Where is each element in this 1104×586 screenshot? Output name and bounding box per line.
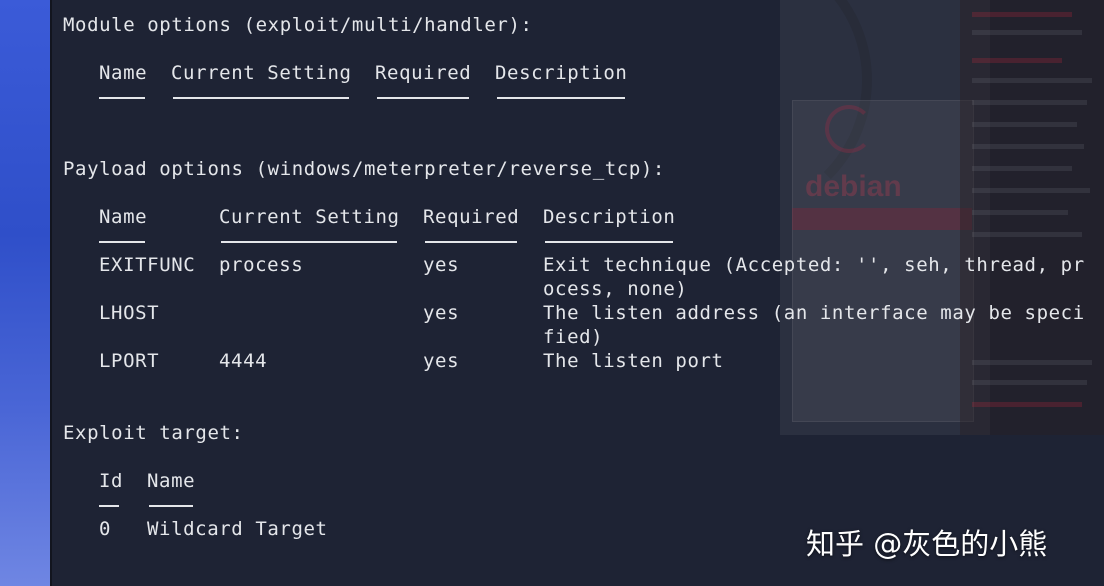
module-col-required-underline xyxy=(377,97,469,99)
payload-col-name-underline xyxy=(99,241,145,243)
target-row-id: 0 xyxy=(99,518,112,540)
payload-row-setting: process xyxy=(219,254,304,276)
payload-row-description-continued: fied) xyxy=(543,326,604,348)
payload-row-description: The listen port xyxy=(543,350,724,372)
module-col-name-underline xyxy=(99,97,145,99)
target-col-id-underline xyxy=(99,505,119,507)
debian-swirl-icon xyxy=(825,105,873,153)
payload-col-setting-underline xyxy=(221,241,397,243)
payload-row-description: The listen address (an interface may be … xyxy=(543,302,1085,324)
payload-row-required: yes xyxy=(423,350,460,372)
module-col-setting-underline xyxy=(173,97,349,99)
desktop-background xyxy=(0,0,50,586)
payload-col-description-underline xyxy=(545,241,673,243)
module-col-required: Required xyxy=(375,62,472,84)
exploit-target-header: Exploit target: xyxy=(63,422,244,444)
module-col-description-underline xyxy=(497,97,625,99)
payload-row-setting: 4444 xyxy=(219,350,268,372)
payload-row-required: yes xyxy=(423,302,460,324)
zhihu-watermark: 知乎 @灰色的小熊 xyxy=(806,527,1048,561)
payload-col-current-setting: Current Setting xyxy=(219,206,400,228)
module-col-name: Name xyxy=(99,62,148,84)
payload-col-name: Name xyxy=(99,206,148,228)
payload-row-name: LPORT xyxy=(99,350,160,372)
module-options-header: Module options (exploit/multi/handler): xyxy=(63,14,533,36)
payload-row-name: EXITFUNC xyxy=(99,254,196,276)
target-row-name: Wildcard Target xyxy=(147,518,328,540)
target-col-name: Name xyxy=(147,470,196,492)
module-col-current-setting: Current Setting xyxy=(171,62,352,84)
payload-col-required: Required xyxy=(423,206,520,228)
background-page-banner xyxy=(792,208,972,230)
payload-row-name: LHOST xyxy=(99,302,160,324)
payload-col-required-underline xyxy=(425,241,517,243)
background-status-window xyxy=(960,0,1104,435)
payload-col-description: Description xyxy=(543,206,676,228)
background-browser-window: debian xyxy=(780,0,990,435)
payload-row-description-continued: ocess, none) xyxy=(543,278,688,300)
payload-row-required: yes xyxy=(423,254,460,276)
debian-logo-text: debian xyxy=(805,170,902,203)
payload-row-description: Exit technique (Accepted: '', seh, threa… xyxy=(543,254,1085,276)
module-col-description: Description xyxy=(495,62,628,84)
target-col-id: Id xyxy=(99,470,124,492)
terminal-window[interactable]: debian Module options (exploit/multi/han… xyxy=(50,0,1104,586)
payload-options-header: Payload options (windows/meterpreter/rev… xyxy=(63,158,665,180)
target-col-name-underline xyxy=(149,505,193,507)
